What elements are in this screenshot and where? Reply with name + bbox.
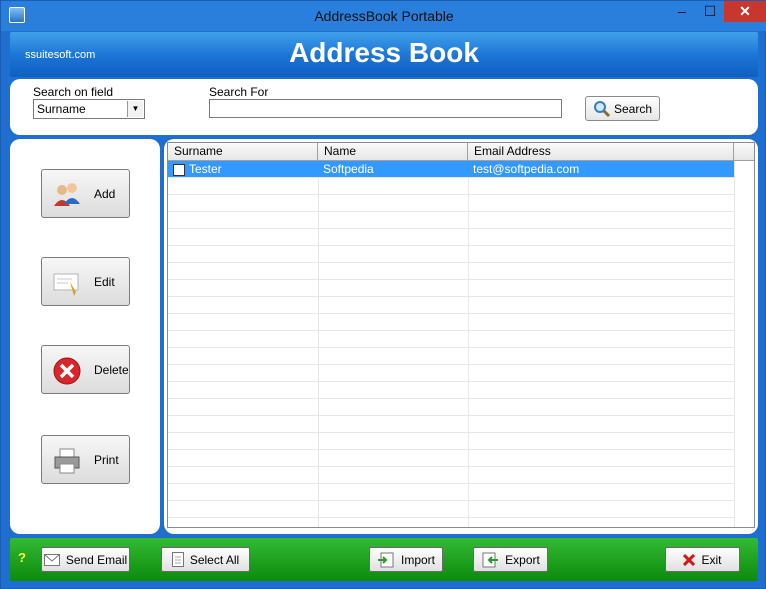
table-row-empty: [168, 433, 734, 450]
edit-button-label: Edit: [94, 275, 115, 289]
close-icon: [683, 553, 696, 566]
printer-icon: [54, 448, 80, 474]
export-icon: [482, 552, 499, 567]
search-input[interactable]: [209, 99, 562, 118]
magnifier-icon: [593, 100, 611, 117]
table-row-empty: [168, 382, 734, 399]
bottom-toolbar: ? Send Email Select All Import Export Ex…: [10, 538, 758, 581]
table-header: Surname Name Email Address: [168, 143, 754, 161]
table-row-empty: [168, 314, 734, 331]
select-all-button[interactable]: Select All: [161, 547, 250, 572]
table-row-empty: [168, 212, 734, 229]
delete-icon: [53, 357, 81, 385]
search-button-label: Search: [613, 101, 653, 116]
page-title: Address Book: [289, 37, 479, 68]
search-field-select[interactable]: Surname ▼: [33, 99, 145, 119]
table-row-empty: [168, 348, 734, 365]
table-row-empty: [168, 195, 734, 212]
app-window: AddressBook Portable – ☐ ✕ ssuitesoft.co…: [0, 0, 766, 589]
search-field-label: Search on field: [33, 85, 114, 99]
window-title: AddressBook Portable: [314, 8, 454, 24]
header-banner: ssuitesoft.com Address Book: [10, 32, 758, 77]
help-icon[interactable]: ?: [18, 550, 26, 565]
cell-surname: Tester: [189, 162, 222, 176]
table-row-empty: [168, 246, 734, 263]
maximize-button[interactable]: ☐: [696, 1, 724, 22]
table-row-empty: [168, 450, 734, 467]
column-divider: [734, 161, 735, 527]
exit-button[interactable]: Exit: [665, 547, 740, 572]
import-button[interactable]: Import: [369, 547, 443, 572]
table-row-empty: [168, 331, 734, 348]
column-header-email[interactable]: Email Address: [468, 143, 734, 161]
table-row-empty: [168, 365, 734, 382]
select-all-label: Select All: [189, 552, 240, 567]
add-contact-icon: [54, 183, 80, 206]
send-email-label: Send Email: [65, 552, 128, 567]
table-row-empty: [168, 416, 734, 433]
table-row-empty: [168, 501, 734, 518]
edit-button[interactable]: Edit: [41, 257, 130, 306]
print-button-label: Print: [94, 453, 119, 467]
contacts-table[interactable]: Surname Name Email Address Tester Softpe…: [167, 142, 755, 528]
table-row-empty: [168, 484, 734, 501]
close-button[interactable]: ✕: [724, 1, 766, 22]
table-row-empty: [168, 297, 734, 314]
envelope-icon: [43, 553, 60, 566]
table-row-empty: [168, 280, 734, 297]
export-label: Export: [505, 552, 540, 567]
import-label: Import: [400, 552, 435, 567]
print-button[interactable]: Print: [41, 435, 130, 484]
cell-email: test@softpedia.com: [473, 162, 580, 176]
edit-card-icon: [53, 273, 79, 296]
minimize-button[interactable]: –: [668, 1, 696, 22]
delete-button[interactable]: Delete: [41, 345, 130, 394]
send-email-button[interactable]: Send Email: [41, 547, 130, 572]
exit-label: Exit: [701, 552, 722, 567]
delete-button-label: Delete: [94, 363, 129, 377]
contacts-panel: Surname Name Email Address Tester Softpe…: [164, 139, 758, 534]
search-field-value: Surname: [37, 102, 86, 116]
document-icon: [171, 552, 184, 567]
export-button[interactable]: Export: [473, 547, 548, 572]
title-bar: AddressBook Portable – ☐ ✕: [1, 1, 766, 31]
add-button[interactable]: Add: [41, 169, 130, 218]
column-header-name[interactable]: Name: [318, 143, 468, 161]
chevron-down-icon[interactable]: ▼: [127, 101, 143, 117]
table-row-empty: [168, 467, 734, 484]
cell-name: Softpedia: [323, 162, 374, 176]
column-header-surname[interactable]: Surname: [168, 143, 318, 161]
table-row-empty: [168, 229, 734, 246]
search-for-label: Search For: [209, 85, 269, 99]
actions-panel: Add Edit Delete Print: [10, 139, 160, 534]
search-button[interactable]: Search: [585, 96, 660, 121]
add-button-label: Add: [94, 187, 116, 201]
search-panel: Search on field Surname ▼ Search For Sea…: [10, 79, 758, 135]
table-row[interactable]: Tester Softpedia test@softpedia.com: [168, 161, 734, 178]
import-icon: [377, 552, 394, 567]
table-row-empty: [168, 178, 734, 195]
table-row-empty: [168, 399, 734, 416]
table-row-empty: [168, 263, 734, 280]
